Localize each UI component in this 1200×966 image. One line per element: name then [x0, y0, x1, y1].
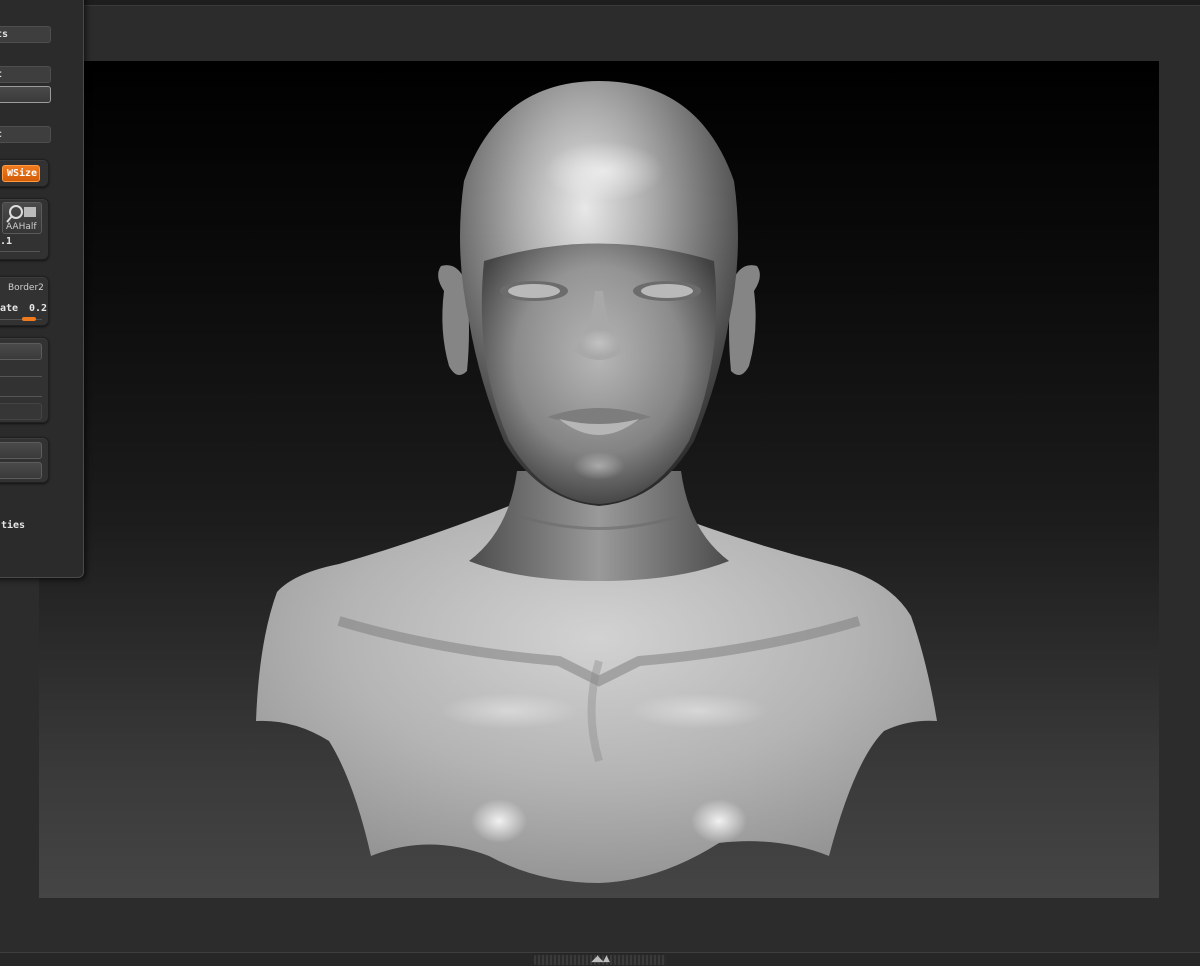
ort-button[interactable]: ort: [0, 66, 51, 83]
wsize-button[interactable]: WSize: [2, 165, 40, 182]
antialias-group: al AAHalf m 0.1: [0, 198, 49, 260]
border2-label[interactable]: Border2: [8, 283, 44, 293]
left-tool-panel: ents ort ab Doc WSize al AAHalf m 0.1 er…: [0, 0, 84, 578]
ents-button[interactable]: ents: [0, 26, 51, 43]
ry-button[interactable]: ry: [0, 462, 42, 479]
top-toolbar-strip: [0, 0, 1200, 6]
zoom-value: 0.1: [0, 236, 13, 247]
rate-label: Rate: [0, 303, 19, 314]
doc-button[interactable]: Doc: [0, 126, 51, 143]
document-canvas[interactable]: [39, 61, 1159, 898]
ab-button[interactable]: ab: [0, 86, 51, 103]
rate-slider-handle[interactable]: [22, 317, 36, 321]
option-divider: [0, 396, 42, 397]
ties-label[interactable]: ties: [1, 520, 25, 531]
magnifier-icon[interactable]: AAHalf: [2, 202, 42, 234]
history-group: y ry: [0, 437, 49, 483]
size-group: WSize: [0, 159, 49, 187]
zoom-slider-track[interactable]: [0, 251, 40, 252]
expand-arrows-icon[interactable]: ◢◣▲: [586, 953, 614, 965]
y-button[interactable]: y: [0, 442, 42, 459]
sculpt-bust-render: [256, 81, 937, 883]
option-slider-track[interactable]: [0, 376, 42, 377]
rate-value: 0.2: [29, 303, 48, 314]
aahalf-label: AAHalf: [6, 222, 37, 232]
options-group: ble n ze: [0, 337, 49, 423]
ze-button[interactable]: ze: [0, 403, 42, 420]
ble-button[interactable]: ble: [0, 343, 42, 360]
border-group: er Border2 Rate 0.2: [0, 276, 49, 326]
